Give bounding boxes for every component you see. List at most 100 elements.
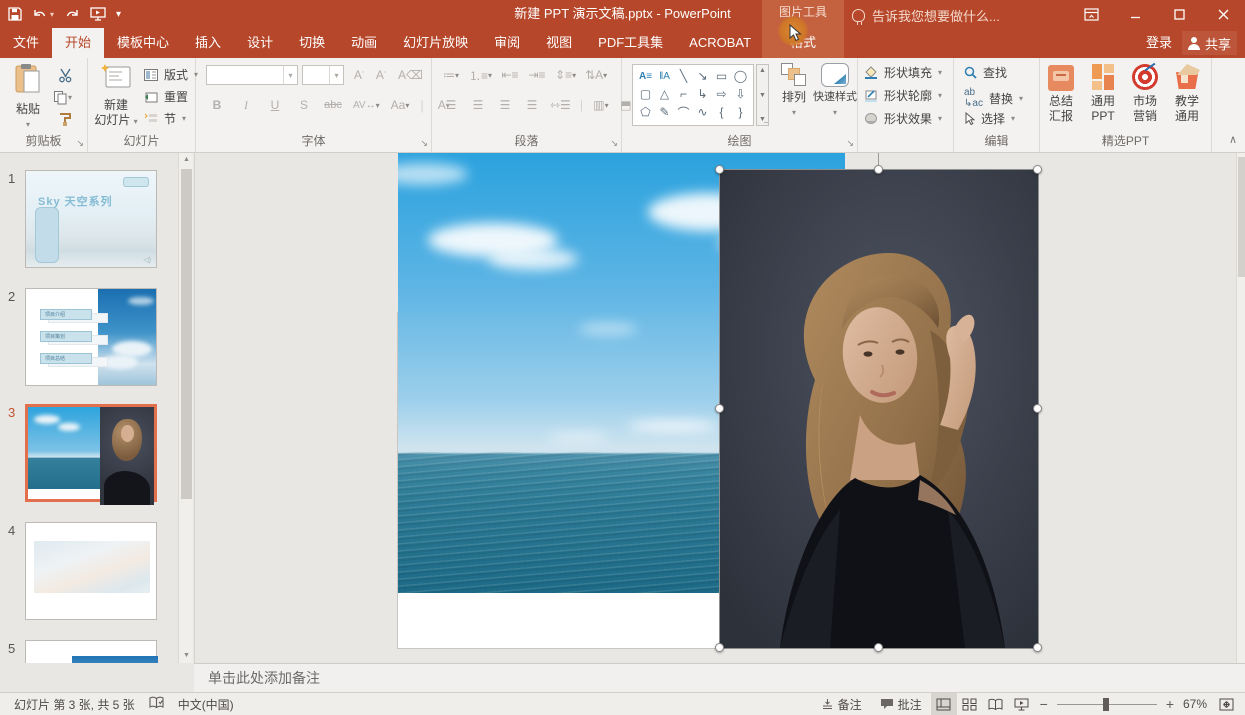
tab-transitions[interactable]: 切换 <box>286 28 338 58</box>
shape-triangle-icon[interactable]: △ <box>655 85 674 103</box>
shape-right-brace-icon[interactable]: } <box>731 103 750 121</box>
paste-button[interactable]: 粘贴 ▾ <box>2 63 54 132</box>
reset-button[interactable]: 重置 <box>144 88 188 105</box>
shape-fill-button[interactable]: 形状填充▾ <box>864 64 942 81</box>
quick-styles-button[interactable]: 快速样式 ▾ <box>812 63 858 120</box>
marketing-button[interactable]: 市场 营销 <box>1124 63 1166 124</box>
shape-outline-button[interactable]: 形状轮廓▾ <box>864 87 942 104</box>
arrange-button[interactable]: 排列 ▾ <box>774 63 814 120</box>
canvas-scrollbar-thumb[interactable] <box>1238 157 1245 277</box>
scrollbar-thumb[interactable] <box>181 169 192 499</box>
resize-handle-middle-left[interactable] <box>715 404 724 413</box>
shape-scribble-icon[interactable]: ✎ <box>655 103 674 121</box>
portrait-picture-selected[interactable] <box>720 170 1038 648</box>
tab-insert[interactable]: 插入 <box>182 28 234 58</box>
resize-handle-bottom-middle[interactable] <box>874 643 883 652</box>
general-ppt-button[interactable]: 通用 PPT <box>1082 63 1124 124</box>
distribute-icon[interactable]: ⇿☰ <box>550 96 571 114</box>
decrease-indent-icon[interactable]: ⇤≡ <box>501 66 519 84</box>
sign-in-link[interactable]: 登录 <box>1146 28 1172 58</box>
zoom-in-button[interactable]: + <box>1161 696 1179 712</box>
increase-indent-icon[interactable]: ⇥≡ <box>528 66 546 84</box>
scroll-down-icon[interactable]: ▼ <box>180 649 193 663</box>
paragraph-dialog-launcher-icon[interactable]: ↘ <box>610 138 618 149</box>
shape-vertical-textbox-icon[interactable]: ‖A <box>655 67 674 85</box>
change-case-button[interactable]: Aa▾ <box>391 96 410 114</box>
slide-thumbnail-1[interactable]: Sky 天空系列 ◁) <box>25 170 157 268</box>
clipboard-dialog-launcher-icon[interactable]: ↘ <box>76 138 84 149</box>
notes-toggle-button[interactable]: 备注 <box>812 693 871 715</box>
zoom-out-button[interactable]: − <box>1035 696 1053 712</box>
new-slide-button[interactable]: 新建 幻灯片 ▾ <box>90 63 142 129</box>
shape-rectangle-icon[interactable]: ▭ <box>712 67 731 85</box>
resize-handle-top-middle[interactable] <box>874 165 883 174</box>
justify-icon[interactable]: ☰ <box>523 96 541 114</box>
shape-effects-button[interactable]: 形状效果▾ <box>864 110 942 127</box>
scroll-up-icon[interactable]: ▲ <box>180 153 193 167</box>
spellcheck-icon[interactable] <box>149 696 164 712</box>
cut-icon[interactable] <box>56 66 74 84</box>
thumbnail-scrollbar[interactable]: ▲ ▼ <box>178 153 193 663</box>
decrease-font-icon[interactable]: Aˇ <box>372 66 390 84</box>
education-button[interactable]: 教学 通用 <box>1166 63 1208 124</box>
reading-view-button[interactable] <box>983 693 1009 715</box>
language-indicator[interactable]: 中文(中国) <box>178 696 234 713</box>
shape-right-arrow-icon[interactable]: ⇨ <box>712 85 731 103</box>
numbering-icon[interactable]: ⒈≡▾ <box>469 66 492 84</box>
shape-gallery-more-icon[interactable]: ▼̲ <box>759 116 766 123</box>
collapse-ribbon-icon[interactable]: ∧ <box>1229 133 1237 146</box>
tab-file[interactable]: 文件 <box>0 28 52 58</box>
tab-design[interactable]: 设计 <box>234 28 286 58</box>
shape-left-brace-icon[interactable]: { <box>712 103 731 121</box>
shape-down-arrow-icon[interactable]: ⇩ <box>731 85 750 103</box>
find-button[interactable]: 查找 <box>964 64 1007 81</box>
tab-template-center[interactable]: 模板中心 <box>104 28 182 58</box>
increase-font-icon[interactable]: Aˆ <box>350 66 368 84</box>
shape-rounded-rectangle-icon[interactable]: ▢ <box>636 85 655 103</box>
slide-thumbnail-3-selected[interactable] <box>25 404 157 502</box>
slide-thumbnail-5[interactable] <box>25 640 157 663</box>
shape-elbow-connector-icon[interactable]: ⌐ <box>674 85 693 103</box>
resize-handle-bottom-right[interactable] <box>1033 643 1042 652</box>
tab-review[interactable]: 审阅 <box>481 28 533 58</box>
tab-pdf-tools[interactable]: PDF工具集 <box>585 28 676 58</box>
font-dialog-launcher-icon[interactable]: ↘ <box>420 138 428 149</box>
columns-icon[interactable]: ▥▾ <box>592 96 610 114</box>
close-button[interactable] <box>1201 0 1245 28</box>
zoom-slider[interactable] <box>1057 693 1157 715</box>
replace-button[interactable]: ab↳ac 替换▾ <box>964 87 1023 109</box>
bold-button[interactable]: B <box>208 96 226 114</box>
tab-home[interactable]: 开始 <box>52 28 104 58</box>
tab-slideshow[interactable]: 幻灯片放映 <box>390 28 481 58</box>
slide-thumbnail-2[interactable]: 项目介绍 项目策划 项目总结 <box>25 288 157 386</box>
minimize-button[interactable] <box>1113 0 1157 28</box>
resize-handle-middle-right[interactable] <box>1033 404 1042 413</box>
bullets-icon[interactable]: ≔▾ <box>442 66 460 84</box>
tab-acrobat[interactable]: ACROBAT <box>676 28 764 58</box>
section-button[interactable]: 节▾ <box>144 110 186 127</box>
notes-pane[interactable]: 单击此处添加备注 <box>194 663 1245 692</box>
shape-freeform-icon[interactable]: ⬠ <box>636 103 655 121</box>
align-center-icon[interactable]: ☰ <box>469 96 487 114</box>
slide-sorter-view-button[interactable] <box>957 693 983 715</box>
shape-arrow-icon[interactable]: ↘ <box>693 67 712 85</box>
align-left-icon[interactable]: ☰ <box>442 96 460 114</box>
canvas-scrollbar[interactable] <box>1236 153 1245 663</box>
shape-gallery[interactable]: A≡ ‖A ╲ ↘ ▭ ◯ ▢ △ ⌐ ↳ ⇨ ⇩ ⬠ ✎ ⌒ ∿ { } <box>632 64 754 126</box>
italic-button[interactable]: I <box>237 96 255 114</box>
shape-scroll-up-icon[interactable]: ▲ <box>759 67 766 74</box>
underline-button[interactable]: U <box>266 96 284 114</box>
drawing-dialog-launcher-icon[interactable]: ↘ <box>846 138 854 149</box>
character-spacing-button[interactable]: AV↔▾ <box>353 96 380 114</box>
tab-view[interactable]: 视图 <box>533 28 585 58</box>
layout-button[interactable]: 版式▾ <box>144 66 198 83</box>
shape-gallery-scrollbar[interactable]: ▲ ▼ ▼̲ <box>756 64 769 126</box>
text-direction-icon[interactable]: ⇅A▾ <box>585 66 607 84</box>
shape-line-icon[interactable]: ╲ <box>674 67 693 85</box>
align-right-icon[interactable]: ☰ <box>496 96 514 114</box>
shape-oval-icon[interactable]: ◯ <box>731 67 750 85</box>
maximize-button[interactable] <box>1157 0 1201 28</box>
text-shadow-button[interactable]: S <box>295 96 313 114</box>
shape-curve-icon[interactable]: ∿ <box>693 103 712 121</box>
normal-view-button[interactable] <box>931 693 957 715</box>
